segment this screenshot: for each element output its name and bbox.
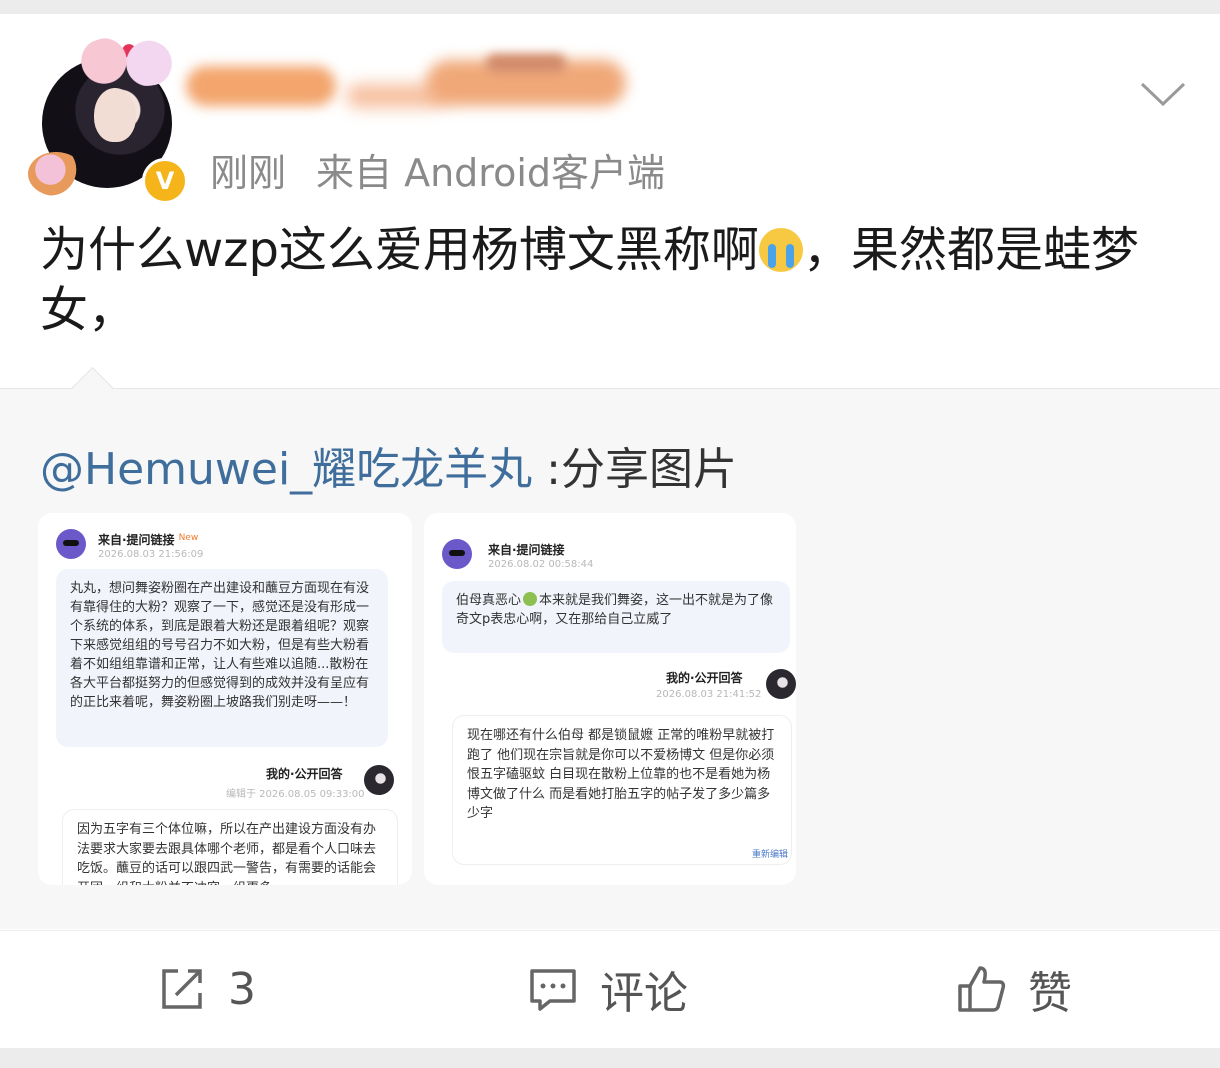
re-edit-link[interactable]: 重新编辑 xyxy=(752,847,788,860)
comment-button[interactable]: 评论 xyxy=(528,961,688,1019)
nauseated-face-icon xyxy=(523,592,538,606)
verified-badge: V xyxy=(142,158,188,204)
bottom-divider xyxy=(0,1048,1220,1068)
repost-image-2[interactable]: 来自·提问链接 2026.08.02 00:58:44 伯母真恶心 本来就是我们舞… xyxy=(424,513,796,885)
repost-block[interactable]: @Hemuwei_耀吃龙羊丸 :分享图片 来自·提问链接 New 2026.08.… xyxy=(0,366,1220,929)
repost-suffix: :分享图片 xyxy=(532,444,737,495)
answer-bubble: 因为五字有三个体位嘛，所以在产出建设方面没有办法要求大家要去跟具体哪个老师，都是… xyxy=(62,809,398,885)
like-label: 赞 xyxy=(1028,968,1072,1019)
question-title: 来自·提问链接 New xyxy=(98,533,199,547)
answer-bubble: 现在哪还有什么伯母 都是锁鼠嬷 正常的唯粉早就被打跑了 他们现在宗旨就是你可以不… xyxy=(452,715,792,865)
repost-image-1[interactable]: 来自·提问链接 New 2026.08.03 21:56:09 丸丸，想问舞姿粉圈… xyxy=(38,513,412,885)
question-title: 来自·提问链接 xyxy=(488,543,565,557)
comment-icon xyxy=(530,969,576,1011)
answer-avatar xyxy=(364,765,394,795)
question-time: 2026.08.02 00:58:44 xyxy=(488,559,594,570)
crying-face-icon xyxy=(758,228,803,272)
repost-author-link[interactable]: @Hemuwei_耀吃龙羊丸 xyxy=(40,444,532,495)
avatar-frame-decoration-bottom xyxy=(28,152,84,196)
answer-title: 我的·公开回答 xyxy=(666,671,743,685)
post-time: 刚刚 xyxy=(210,151,287,195)
answer-avatar xyxy=(766,669,796,699)
post-body: 为什么wzp这么爱用杨博文黑称啊 ，果然都是蛙梦女， xyxy=(40,220,1180,340)
thumbs-up-icon xyxy=(958,966,1006,1012)
question-avatar xyxy=(56,529,86,559)
post-source: 来自 Android客户端 xyxy=(316,151,666,195)
username-redacted[interactable] xyxy=(186,54,636,124)
post-meta: 刚刚 来自 Android客户端 xyxy=(210,142,665,197)
like-button[interactable]: 赞 xyxy=(956,961,1072,1019)
question-bubble: 伯母真恶心 本来就是我们舞姿，这一出不就是为了像奇文p表忠心啊，又在那给自己立威了 xyxy=(442,581,790,653)
post-text-main: 为什么wzp这么爱用杨博文黑称啊 xyxy=(40,222,759,278)
answer-title: 我的·公开回答 xyxy=(266,767,343,781)
answer-time: 编辑于 2026.08.05 09:33:00 xyxy=(226,789,365,800)
comment-label: 评论 xyxy=(600,968,688,1019)
chevron-down-icon[interactable] xyxy=(1140,70,1186,116)
weibo-post-card: V 刚刚 来自 Android客户端 为什么wzp这么爱用杨博文黑称啊 ，果然都是蛙… xyxy=(0,14,1220,1049)
question-time: 2026.08.03 21:56:09 xyxy=(98,549,204,560)
repost-button[interactable]: 3 xyxy=(158,961,256,1017)
repost-count: 3 xyxy=(228,963,256,1015)
repost-header: @Hemuwei_耀吃龙羊丸 :分享图片 xyxy=(40,433,737,497)
avatar-frame-decoration xyxy=(74,36,174,86)
action-bar: 3 评论 赞 xyxy=(0,930,1220,1049)
question-avatar xyxy=(442,539,472,569)
user-avatar[interactable]: V xyxy=(28,36,188,204)
share-icon xyxy=(162,969,202,1009)
repost-caret xyxy=(71,366,114,409)
question-bubble: 丸丸，想问舞姿粉圈在产出建设和蘸豆方面现在有没有靠得住的大粉？观察了一下，感觉还… xyxy=(56,569,388,747)
answer-time: 2026.08.03 21:41:52 xyxy=(656,689,762,700)
new-tag: New xyxy=(178,533,199,543)
